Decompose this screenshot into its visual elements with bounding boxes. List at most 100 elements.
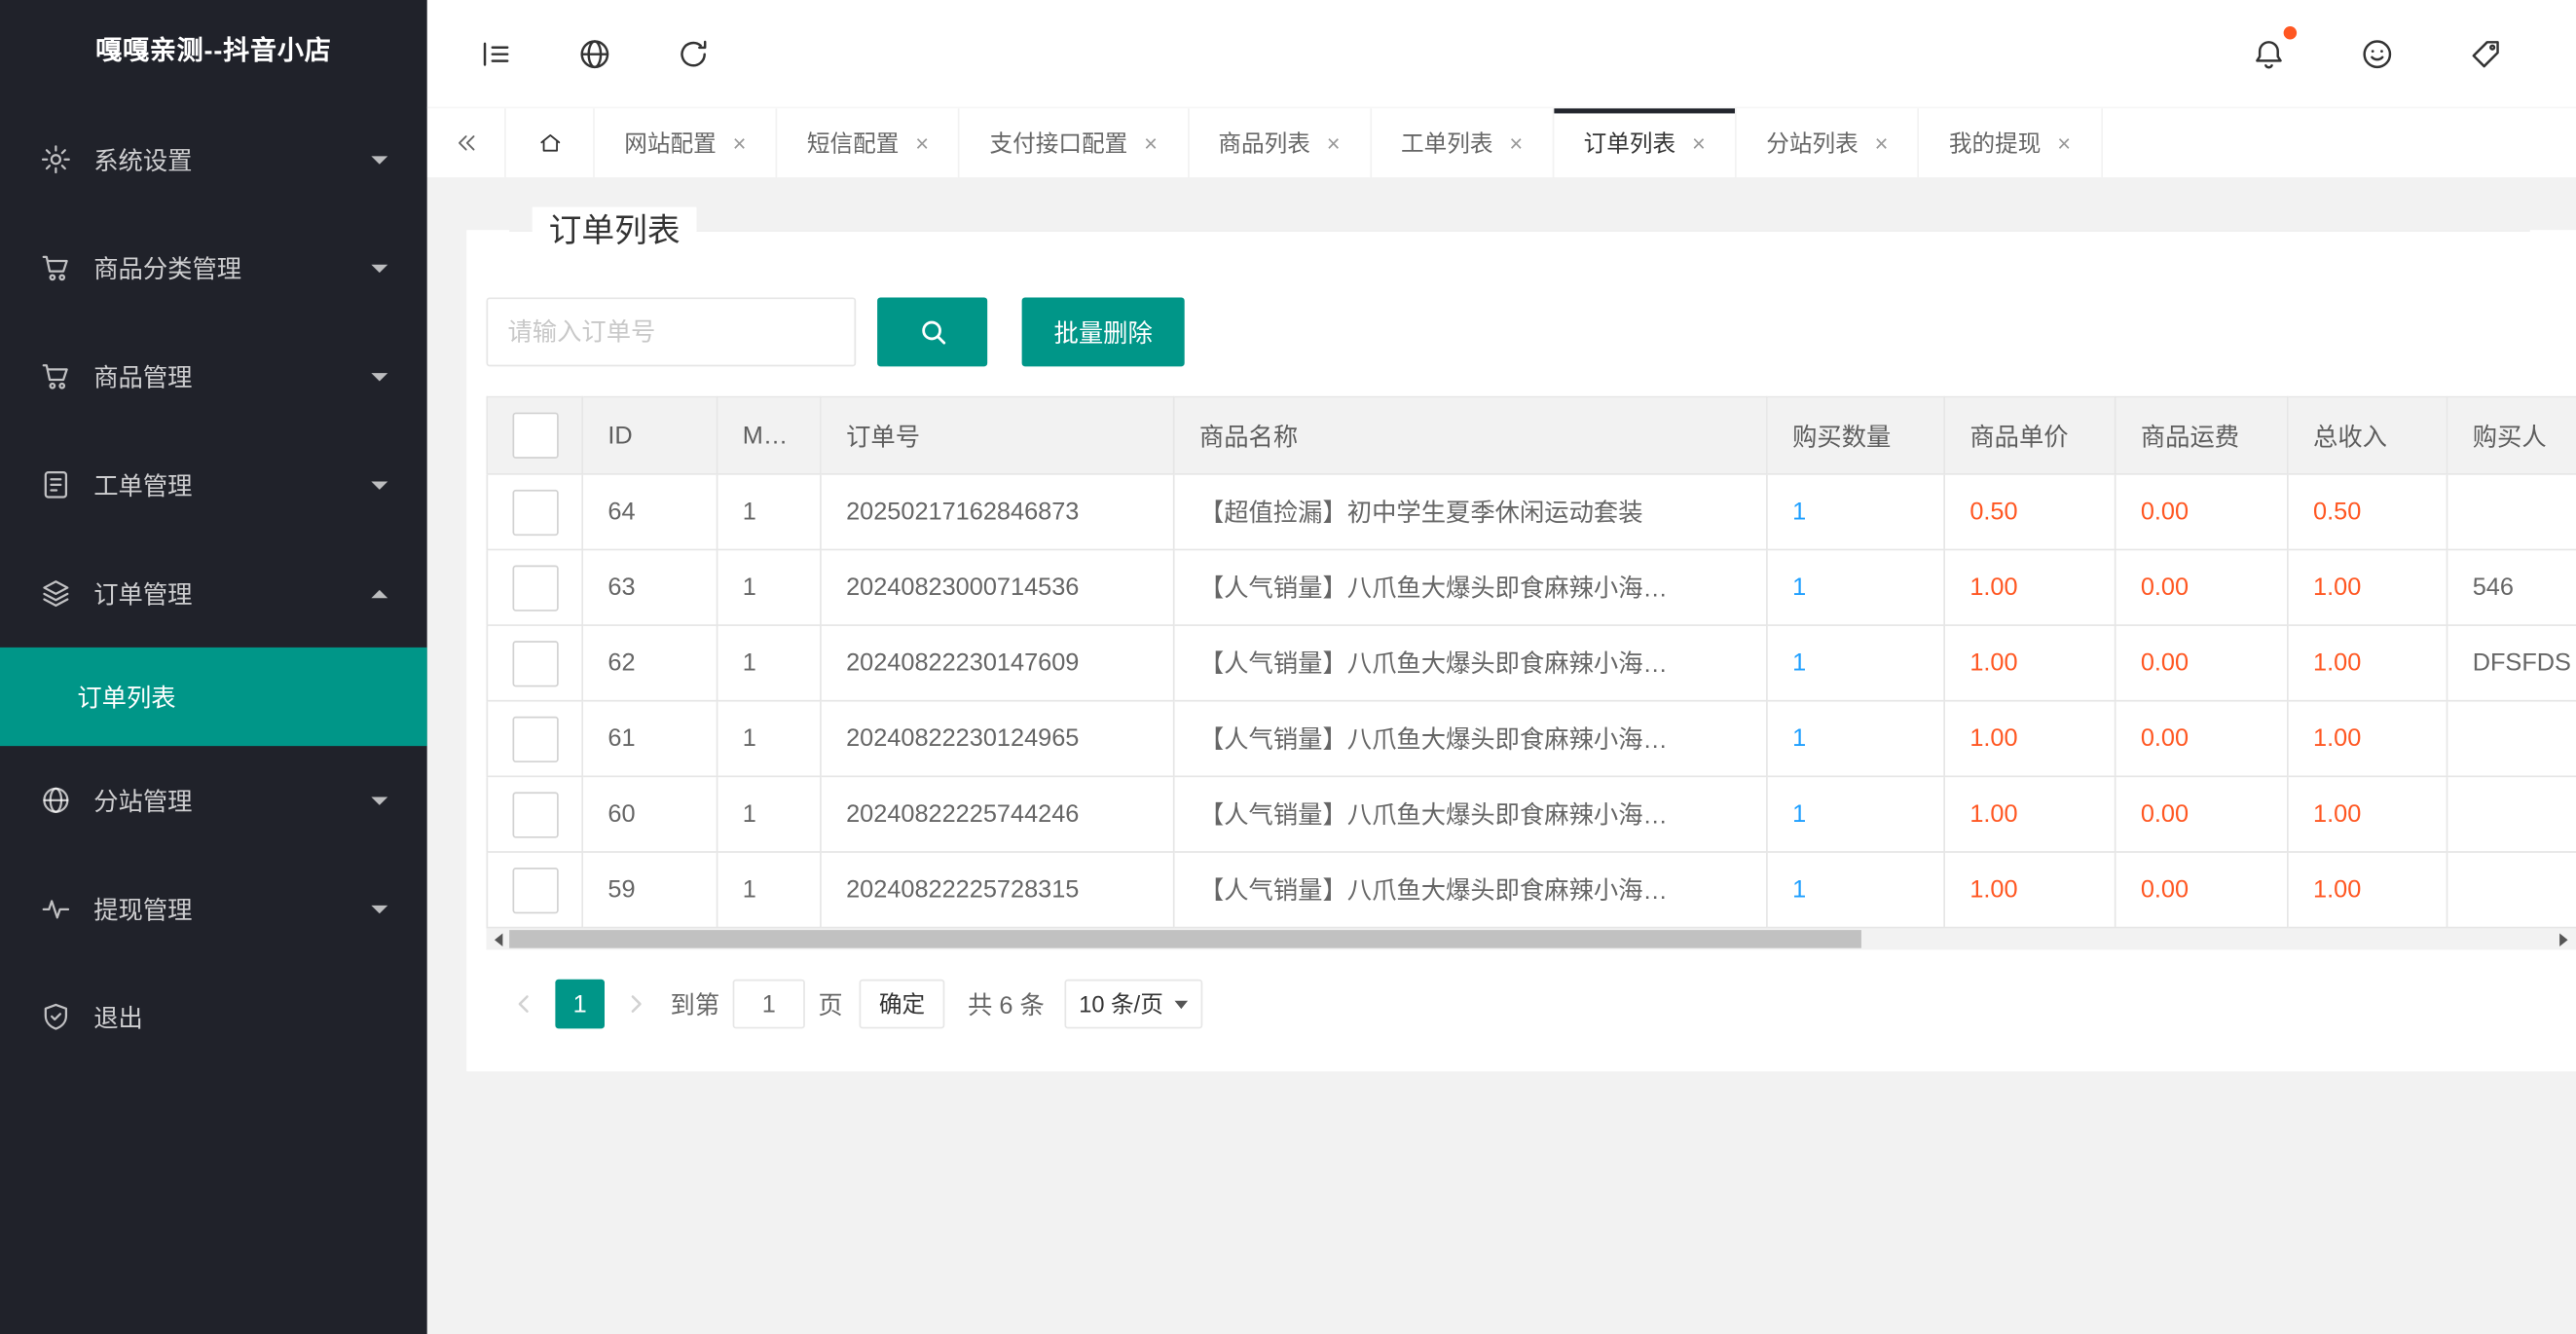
select-all-checkbox[interactable] xyxy=(512,413,558,459)
next-page-button[interactable] xyxy=(621,989,650,1019)
cell-product: 【人气销量】八爪鱼大爆头即食麻辣小海… xyxy=(1174,549,1767,625)
collapse-sidebar-icon xyxy=(478,35,514,71)
sidebar-item-product-category-management[interactable]: 商品分类管理 xyxy=(0,213,427,321)
sidebar-item-system-settings[interactable]: 系统设置 xyxy=(0,105,427,213)
sidebar-item-withdraw-management[interactable]: 提现管理 xyxy=(0,855,427,963)
row-checkbox[interactable] xyxy=(512,792,558,837)
tab-close-icon[interactable]: × xyxy=(1144,131,1158,155)
sidebar-subitem-order-list[interactable]: 订单列表 xyxy=(0,648,427,746)
table-row: 61120240822230124965【人气销量】八爪鱼大爆头即食麻辣小海…1… xyxy=(487,701,2576,777)
sidebar-item-label: 提现管理 xyxy=(93,891,371,925)
scroll-right-arrow-icon[interactable] xyxy=(2559,933,2567,946)
cell-qty: 1 xyxy=(1767,625,1944,701)
order-search-input[interactable] xyxy=(487,297,857,366)
cell-shipping: 0.00 xyxy=(2116,549,2288,625)
scroll-left-arrow-icon[interactable] xyxy=(495,933,502,946)
cell-m: 1 xyxy=(718,625,821,701)
batch-delete-button[interactable]: 批量删除 xyxy=(1022,297,1185,366)
cell-id: 60 xyxy=(582,776,717,852)
cell-product: 【人气销量】八爪鱼大爆头即食麻辣小海… xyxy=(1174,701,1767,777)
column-header-order_no: 订单号 xyxy=(821,397,1174,474)
refresh-button[interactable] xyxy=(644,0,743,108)
theme-button[interactable] xyxy=(2328,0,2426,108)
cell-shipping: 0.00 xyxy=(2116,852,2288,928)
row-checkbox[interactable] xyxy=(512,640,558,686)
column-header-product: 商品名称 xyxy=(1174,397,1767,474)
scrollbar-thumb[interactable] xyxy=(509,930,1861,948)
cell-id: 61 xyxy=(582,701,717,777)
page-size-select[interactable]: 10 条/页 xyxy=(1064,980,1202,1029)
collapse-sidebar-button[interactable] xyxy=(447,0,545,108)
tab-close-icon[interactable]: × xyxy=(1327,131,1341,155)
tab-substation-list[interactable]: 分站列表× xyxy=(1737,108,1920,177)
column-header-m: M… xyxy=(718,397,821,474)
cell-buyer: DFSFDS xyxy=(2447,625,2576,701)
tab-workorder-list[interactable]: 工单列表 × xyxy=(1372,108,1555,177)
cart-icon xyxy=(40,251,73,284)
tab-close-icon[interactable]: × xyxy=(1692,131,1706,155)
prev-page-button[interactable] xyxy=(509,989,538,1019)
sidebar-item-label: 系统设置 xyxy=(93,142,371,176)
confirm-page-button[interactable]: 确定 xyxy=(860,980,945,1029)
toolbar: 批量删除 xyxy=(487,297,2576,366)
tabs-scroll-left-button[interactable] xyxy=(427,108,506,177)
table-header-row: IDM…订单号商品名称购买数量商品单价商品运费总收入购买人 xyxy=(487,397,2576,474)
section-title-divider: 订单列表 xyxy=(509,230,2530,232)
table-row: 59120240822225728315【人气销量】八爪鱼大爆头即食麻辣小海…1… xyxy=(487,852,2576,928)
row-checkbox[interactable] xyxy=(512,867,558,912)
tab-product-list[interactable]: 商品列表× xyxy=(1189,108,1372,177)
row-checkbox[interactable] xyxy=(512,489,558,535)
cell-m: 1 xyxy=(718,776,821,852)
tab-close-icon[interactable]: × xyxy=(2057,131,2071,155)
table-row: 63120240823000714536【人气销量】八爪鱼大爆头即食麻辣小海…1… xyxy=(487,549,2576,625)
page-title: 订单列表 xyxy=(533,207,697,257)
tab-close-icon[interactable]: × xyxy=(1509,131,1523,155)
sidebar-item-workorder-management[interactable]: 工单管理 xyxy=(0,430,427,538)
cell-order_no: 20240822225744246 xyxy=(821,776,1174,852)
current-page-button[interactable]: 1 xyxy=(555,980,605,1029)
sidebar-item-substation-management[interactable]: 分站管理 xyxy=(0,746,427,854)
total-count-label: 共 6 条 xyxy=(968,986,1045,1020)
cell-buyer xyxy=(2447,474,2576,550)
tags-button[interactable] xyxy=(2437,0,2535,108)
chevron-down-icon xyxy=(1175,1000,1189,1008)
topbar xyxy=(427,0,2576,108)
cell-order_no: 20240822225728315 xyxy=(821,852,1174,928)
notifications-button[interactable] xyxy=(2220,0,2318,108)
tab-label: 工单列表 xyxy=(1401,127,1493,160)
chevron-down-icon xyxy=(371,264,387,272)
tab-close-icon[interactable]: × xyxy=(1875,131,1889,155)
tab-list: 网站配置×短信配置×支付接口配置×商品列表×工单列表×订单列表×分站列表×我的提… xyxy=(595,108,2102,177)
tab-my-withdrawals[interactable]: 我的提现× xyxy=(1920,108,2103,177)
cell-shipping: 0.00 xyxy=(2116,701,2288,777)
horizontal-scrollbar[interactable] xyxy=(487,928,2576,949)
cell-checkbox xyxy=(487,474,582,550)
topbar-left-icons xyxy=(427,0,743,108)
sidebar-item-order-management[interactable]: 订单管理 xyxy=(0,539,427,648)
row-checkbox[interactable] xyxy=(512,716,558,761)
tab-order-list[interactable]: 订单列表× xyxy=(1554,108,1737,177)
globe-icon xyxy=(576,35,612,71)
cell-buyer: 546 xyxy=(2447,549,2576,625)
tab-site-config[interactable]: 网站配置 × xyxy=(595,108,778,177)
row-checkbox[interactable] xyxy=(512,565,558,611)
goto-suffix-label: 页 xyxy=(818,986,842,1020)
tab-sms-config[interactable]: 短信配置× xyxy=(778,108,961,177)
table-row: 64120250217162846873【超值捡漏】初中学生夏季休闲运动套装10… xyxy=(487,474,2576,550)
goto-page-input[interactable] xyxy=(733,980,805,1029)
home-tab[interactable] xyxy=(506,108,595,177)
search-button[interactable] xyxy=(877,297,987,366)
site-home-button[interactable] xyxy=(545,0,644,108)
column-header-income: 总收入 xyxy=(2288,397,2447,474)
cell-product: 【人气销量】八爪鱼大爆头即食麻辣小海… xyxy=(1174,625,1767,701)
sidebar-item-logout[interactable]: 退出 xyxy=(0,963,427,1071)
tab-close-icon[interactable]: × xyxy=(915,131,929,155)
cell-m: 1 xyxy=(718,852,821,928)
cell-order_no: 20240822230124965 xyxy=(821,701,1174,777)
tab-close-icon[interactable]: × xyxy=(733,131,747,155)
tab-label: 网站配置 xyxy=(624,127,717,160)
cell-m: 1 xyxy=(718,474,821,550)
tab-payment-api-config[interactable]: 支付接口配置× xyxy=(960,108,1189,177)
sidebar-item-product-management[interactable]: 商品管理 xyxy=(0,322,427,430)
orders-table-wrap: IDM…订单号商品名称购买数量商品单价商品运费总收入购买人64120250217… xyxy=(487,396,2576,929)
